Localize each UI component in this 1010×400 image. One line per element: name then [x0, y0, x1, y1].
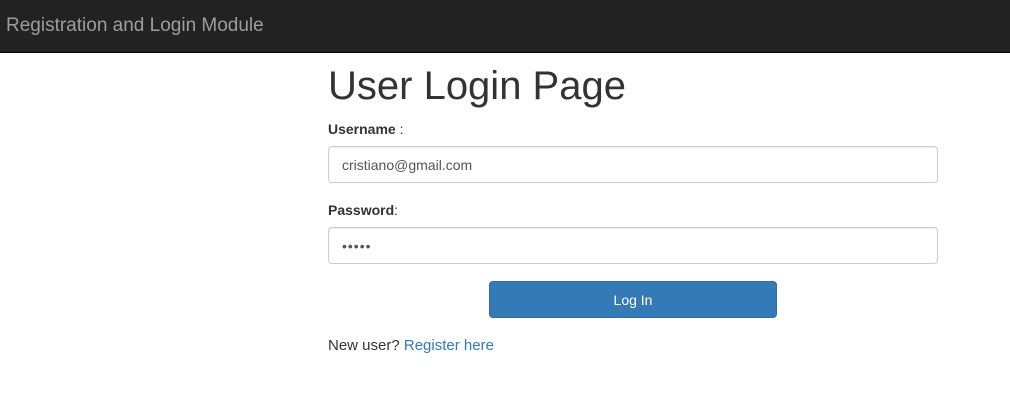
- username-input[interactable]: [328, 146, 938, 183]
- password-label-separator: :: [394, 202, 399, 218]
- login-button[interactable]: Log In: [489, 281, 777, 318]
- page-title: User Login Page: [328, 64, 626, 108]
- register-link[interactable]: Register here: [404, 337, 494, 354]
- username-label-separator: :: [395, 121, 404, 137]
- register-prompt: New user? Register here: [328, 337, 494, 355]
- navbar-brand[interactable]: Registration and Login Module: [6, 15, 264, 37]
- username-label: Username :: [328, 120, 403, 138]
- password-label-text: Password: [328, 202, 395, 218]
- register-prompt-text: New user?: [328, 337, 400, 354]
- top-navbar: Registration and Login Module: [0, 0, 1010, 53]
- username-label-text: Username: [328, 121, 396, 137]
- password-label: Password:: [328, 201, 398, 219]
- password-input[interactable]: [328, 227, 938, 264]
